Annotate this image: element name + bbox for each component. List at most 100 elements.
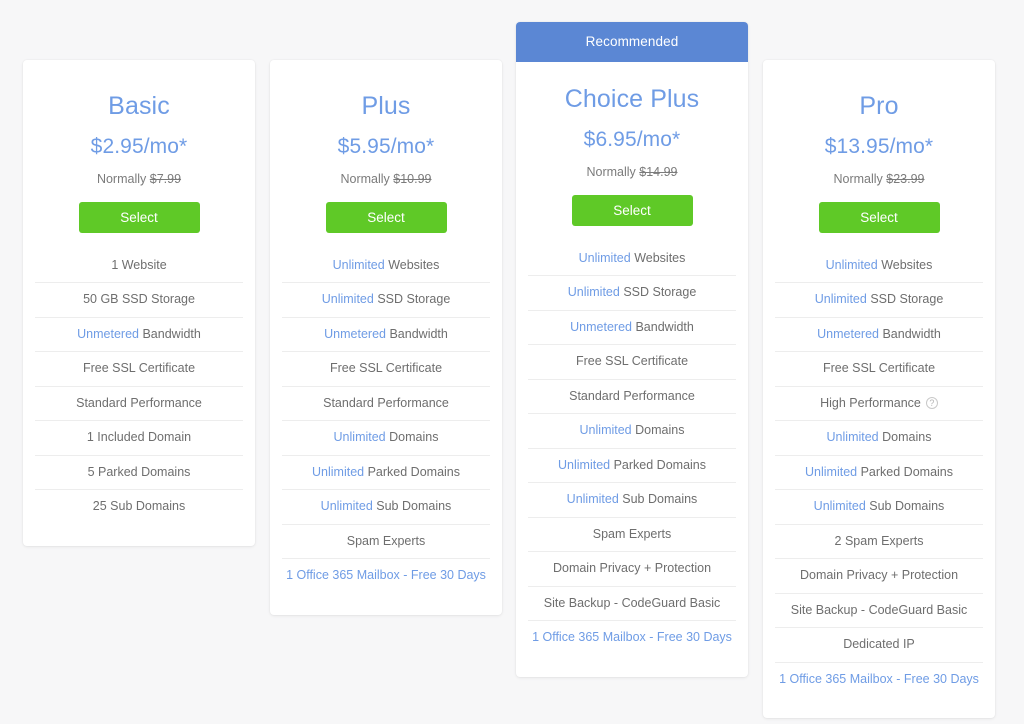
feature-label: High Performance — [820, 395, 921, 410]
feature-item: Spam Experts — [528, 516, 736, 552]
feature-highlight: Unlimited — [566, 492, 619, 506]
plan-normal-price-label: Normally — [833, 171, 883, 186]
feature-label: Site Backup - CodeGuard Basic — [543, 595, 721, 610]
plan-price: $5.95/mo* — [337, 134, 435, 158]
feature-label: Bandwidth — [882, 326, 941, 341]
feature-item: Free SSL Certificate — [775, 351, 983, 386]
feature-label: Spam Experts — [592, 526, 672, 541]
feature-label: Free SSL Certificate — [575, 354, 689, 368]
feature-label: Standard Performance — [323, 395, 449, 410]
feature-label: Domains — [882, 430, 932, 444]
feature-label: Site Backup - CodeGuard Basic — [790, 602, 968, 617]
feature-list: Unlimited Websites Unlimited SSD Storage U… — [282, 249, 490, 593]
select-button[interactable]: Select — [818, 201, 940, 233]
feature-item: 2 Spam Experts — [775, 523, 983, 559]
feature-label: 1 Website — [111, 257, 167, 272]
feature-label: Domains — [635, 423, 685, 437]
feature-highlight: Unlimited — [579, 423, 632, 437]
feature-label: 1 Included Domain — [86, 430, 192, 444]
feature-item: Dedicated IP — [775, 627, 983, 662]
feature-highlight: Unlimited — [567, 285, 620, 299]
feature-label: 50 GB SSD Storage — [83, 292, 195, 306]
feature-item: Unlimited Sub Domains — [528, 482, 736, 517]
feature-link-item[interactable]: 1 Office 365 Mailbox - Free 30 Days — [528, 620, 736, 655]
feature-list: Unlimited Websites Unlimited SSD Storage U… — [775, 249, 983, 697]
plan-name: Basic — [108, 92, 170, 120]
feature-highlight: Unmetered — [324, 326, 386, 341]
feature-item: 25 Sub Domains — [35, 489, 243, 524]
feature-label: Websites — [881, 257, 933, 272]
feature-label: Standard Performance — [76, 395, 202, 410]
feature-label: Bandwidth — [635, 319, 694, 334]
plan-price: $6.95/mo* — [583, 127, 681, 151]
feature-item: Unlimited Parked Domains — [775, 454, 983, 490]
feature-highlight: Unmetered — [570, 319, 632, 334]
feature-label: 1 Office 365 Mailbox - Free 30 Days — [286, 568, 486, 582]
feature-label: SSD Storage — [870, 292, 944, 306]
feature-item: 1 Website — [35, 249, 243, 283]
feature-item: Unlimited SSD Storage — [282, 282, 490, 317]
feature-link-item[interactable]: 1 Office 365 Mailbox - Free 30 Days — [775, 661, 983, 697]
feature-label: Bandwidth — [142, 326, 201, 341]
feature-label: Domain Privacy + Protection — [552, 561, 712, 575]
feature-highlight: Unlimited — [805, 464, 858, 479]
feature-item: Free SSL Certificate — [528, 344, 736, 379]
feature-item: Unlimited Websites — [282, 249, 490, 283]
feature-label: Dedicated IP — [843, 637, 915, 651]
info-help-icon[interactable]: ? — [925, 397, 938, 410]
feature-label: SSD Storage — [377, 292, 451, 306]
plan-card-body: Pro $13.95/mo* Normally $23.99 Select Unlimi… — [763, 60, 995, 718]
plan-price: $2.95/mo* — [90, 134, 188, 158]
feature-label: 5 Parked Domains — [87, 464, 191, 479]
plan-normal-price-value: $23.99 — [886, 171, 925, 186]
plan-normal-price: Normally $14.99 — [528, 165, 736, 179]
select-button[interactable]: Select — [571, 194, 693, 226]
plan-normal-price-value: $10.99 — [393, 171, 432, 186]
feature-label: 2 Spam Experts — [834, 533, 924, 548]
select-button[interactable]: Select — [78, 201, 200, 233]
feature-item: Unlimited Websites — [528, 242, 736, 276]
feature-item: Unlimited SSD Storage — [775, 282, 983, 317]
feature-highlight: Unlimited — [825, 257, 878, 272]
plan-card-body: Basic $2.95/mo* Normally $7.99 Select 1 Webs… — [23, 60, 255, 546]
plan-name: Plus — [361, 92, 411, 120]
select-button[interactable]: Select — [325, 201, 447, 233]
plan-card-choice-plus: Recommended Choice Plus $6.95/mo* Normally … — [516, 22, 748, 677]
feature-label: Free SSL Certificate — [329, 361, 443, 375]
feature-label: Domains — [389, 430, 439, 444]
feature-item: Site Backup - CodeGuard Basic — [528, 585, 736, 621]
feature-item: 50 GB SSD Storage — [35, 282, 243, 317]
feature-label: 25 Sub Domains — [92, 499, 186, 513]
plan-normal-price-value: $14.99 — [639, 164, 678, 179]
feature-label: Spam Experts — [346, 533, 426, 548]
feature-highlight: Unlimited — [814, 292, 867, 306]
feature-highlight: Unlimited — [332, 257, 385, 272]
feature-link-item[interactable]: 1 Office 365 Mailbox - Free 30 Days — [282, 558, 490, 593]
feature-label: Parked Domains — [860, 464, 953, 479]
feature-label: Standard Performance — [569, 388, 695, 403]
feature-highlight: Unlimited — [558, 457, 611, 472]
plan-card-basic: Basic $2.95/mo* Normally $7.99 Select 1 Webs… — [23, 60, 255, 546]
feature-label: Sub Domains — [869, 499, 945, 513]
feature-item: Standard Performance — [35, 385, 243, 421]
feature-label: Bandwidth — [389, 326, 448, 341]
feature-label: Parked Domains — [613, 457, 706, 472]
plan-normal-price: Normally $23.99 — [775, 172, 983, 186]
plan-card-body: Choice Plus $6.95/mo* Normally $14.99 Selec… — [516, 62, 748, 677]
feature-item: Standard Performance — [282, 385, 490, 421]
feature-item: Free SSL Certificate — [282, 351, 490, 386]
plan-card-body: Plus $5.95/mo* Normally $10.99 Select Unlimi… — [270, 60, 502, 615]
feature-item: Site Backup - CodeGuard Basic — [775, 592, 983, 628]
feature-item: Spam Experts — [282, 523, 490, 559]
feature-highlight: Unlimited — [578, 250, 631, 265]
plan-card-plus: Plus $5.95/mo* Normally $10.99 Select Unlimi… — [270, 60, 502, 615]
feature-item: 5 Parked Domains — [35, 454, 243, 490]
feature-label: Sub Domains — [622, 492, 698, 506]
feature-item: High Performance? — [775, 385, 983, 421]
feature-item: 1 Included Domain — [35, 420, 243, 455]
feature-item: Standard Performance — [528, 378, 736, 414]
feature-item: Domain Privacy + Protection — [528, 551, 736, 586]
feature-label: SSD Storage — [623, 285, 697, 299]
feature-label: Domain Privacy + Protection — [799, 568, 959, 582]
feature-item: Unmetered Bandwidth — [35, 316, 243, 352]
